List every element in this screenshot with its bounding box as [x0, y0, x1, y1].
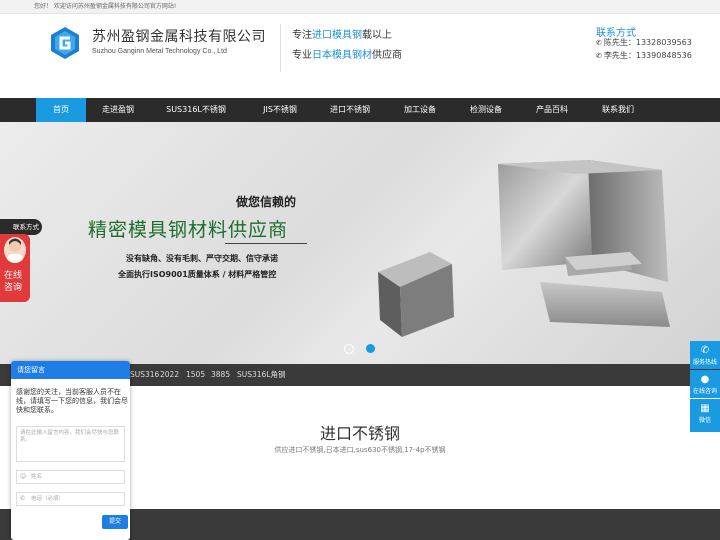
chat-header[interactable]: 请您留言 [11, 361, 130, 379]
steel-blocks-image [378, 160, 670, 337]
float-consult-text: 咨询 [4, 283, 23, 293]
phone-field[interactable]: ✆ 电话（必填） [16, 492, 125, 506]
slogan-1-highlight: 进口模具钢 [312, 30, 362, 41]
company-logo-icon[interactable] [48, 26, 82, 60]
phone-icon: ✆ [700, 345, 710, 356]
phone-icon: ✆ [20, 495, 26, 502]
slogan-2: 专业日本模具钢材供应商 [292, 50, 402, 61]
nav-item-contact[interactable]: 联系我们 [590, 98, 646, 122]
carousel-dot-2[interactable] [366, 344, 375, 353]
slogan-1: 专注进口模具钢载以上 [292, 30, 392, 41]
tag-link[interactable]: SUS316L角钢 [237, 364, 286, 386]
banner-line-3: 没有缺角、没有毛刺、严守交期、信守承诺 [126, 254, 278, 263]
slogan-2-highlight: 日本模具钢材 [312, 50, 372, 61]
company-name-en: Suzhou Ganginn Metal Technology Co., Ltd [92, 48, 227, 55]
message-textarea[interactable]: 请在此输入留言内容，我们会尽快与您联系。 [16, 426, 125, 462]
tag-link[interactable]: 3885 [211, 364, 230, 386]
nav-item-home[interactable]: 首页 [36, 98, 86, 122]
float-wechat[interactable]: ▦ 微信 [690, 399, 720, 432]
phone-icon: ✆ [596, 52, 602, 60]
contact-phone-2: ✆ 李先生：13390848536 [596, 51, 692, 60]
nav-item-import[interactable]: 进口不锈钢 [320, 98, 380, 122]
qrcode-icon: ▦ [700, 403, 710, 414]
contact-phone-1: ✆ 陈先生：13328039563 [596, 38, 692, 47]
top-welcome-bar: 您好！ 欢迎访问苏州盈钢金属科技有限公司官方网站! [0, 0, 720, 14]
nav-item-sus316l[interactable]: SUS316L不锈钢 [160, 98, 232, 122]
tag-link[interactable]: 1505 [186, 364, 205, 386]
float-online-text: 在线 [4, 271, 23, 281]
submit-button[interactable]: 提交 [102, 515, 128, 529]
nav-item-jis[interactable]: JIS不锈钢 [250, 98, 310, 122]
leave-message-widget: 请您留言 感谢您的关注，当前客服人员不在线，请填写一下您的信息，我们会尽快和您联… [11, 361, 130, 540]
float-online-consult[interactable]: 在线 咨询 [0, 234, 30, 302]
hero-banner[interactable]: 做您信赖的 精密模具钢材料供应商 没有缺角、没有毛刺、严守交期、信守承诺 全面执… [0, 122, 720, 364]
tag-link[interactable]: 2022 [160, 364, 179, 386]
carousel-dot-1[interactable] [344, 344, 354, 354]
nav-item-about[interactable]: 走进盈钢 [92, 98, 144, 122]
nav-item-testing[interactable]: 检测设备 [458, 98, 514, 122]
float-online-chat[interactable]: ● 在线咨询 [690, 370, 720, 398]
main-nav: 首页 走进盈钢 SUS316L不锈钢 JIS不锈钢 进口不锈钢 加工设备 检测设… [0, 98, 720, 122]
banner-line-1: 做您信赖的 [236, 195, 297, 209]
nav-item-wiki[interactable]: 产品百科 [524, 98, 580, 122]
tag-link[interactable]: SUS316 [130, 364, 159, 386]
phone-icon: ✆ [596, 39, 602, 47]
header-divider [280, 24, 281, 72]
user-icon: ☺ [20, 473, 27, 480]
chat-bubble-icon: ● [700, 374, 710, 385]
chat-offline-message: 感谢您的关注，当前客服人员不在线，请填写一下您的信息，我们会尽快和您联系。 [16, 388, 128, 414]
welcome-text: 您好！ 欢迎访问苏州盈钢金属科技有限公司官方网站! [34, 3, 177, 10]
banner-line-4: 全面执行ISO9001质量体系 / 材料严格管控 [118, 270, 277, 279]
banner-underline [225, 243, 307, 244]
float-contact-tab[interactable]: 联系方式 [0, 219, 42, 235]
float-hotline[interactable]: ✆ 服务热线 [690, 341, 720, 369]
company-name-cn[interactable]: 苏州盈钢金属科技有限公司 [92, 26, 266, 46]
name-field[interactable]: ☺ 姓名 [16, 470, 125, 484]
agent-avatar [4, 237, 26, 263]
banner-headline: 精密模具钢材料供应商 [88, 219, 289, 241]
nav-item-processing[interactable]: 加工设备 [392, 98, 448, 122]
